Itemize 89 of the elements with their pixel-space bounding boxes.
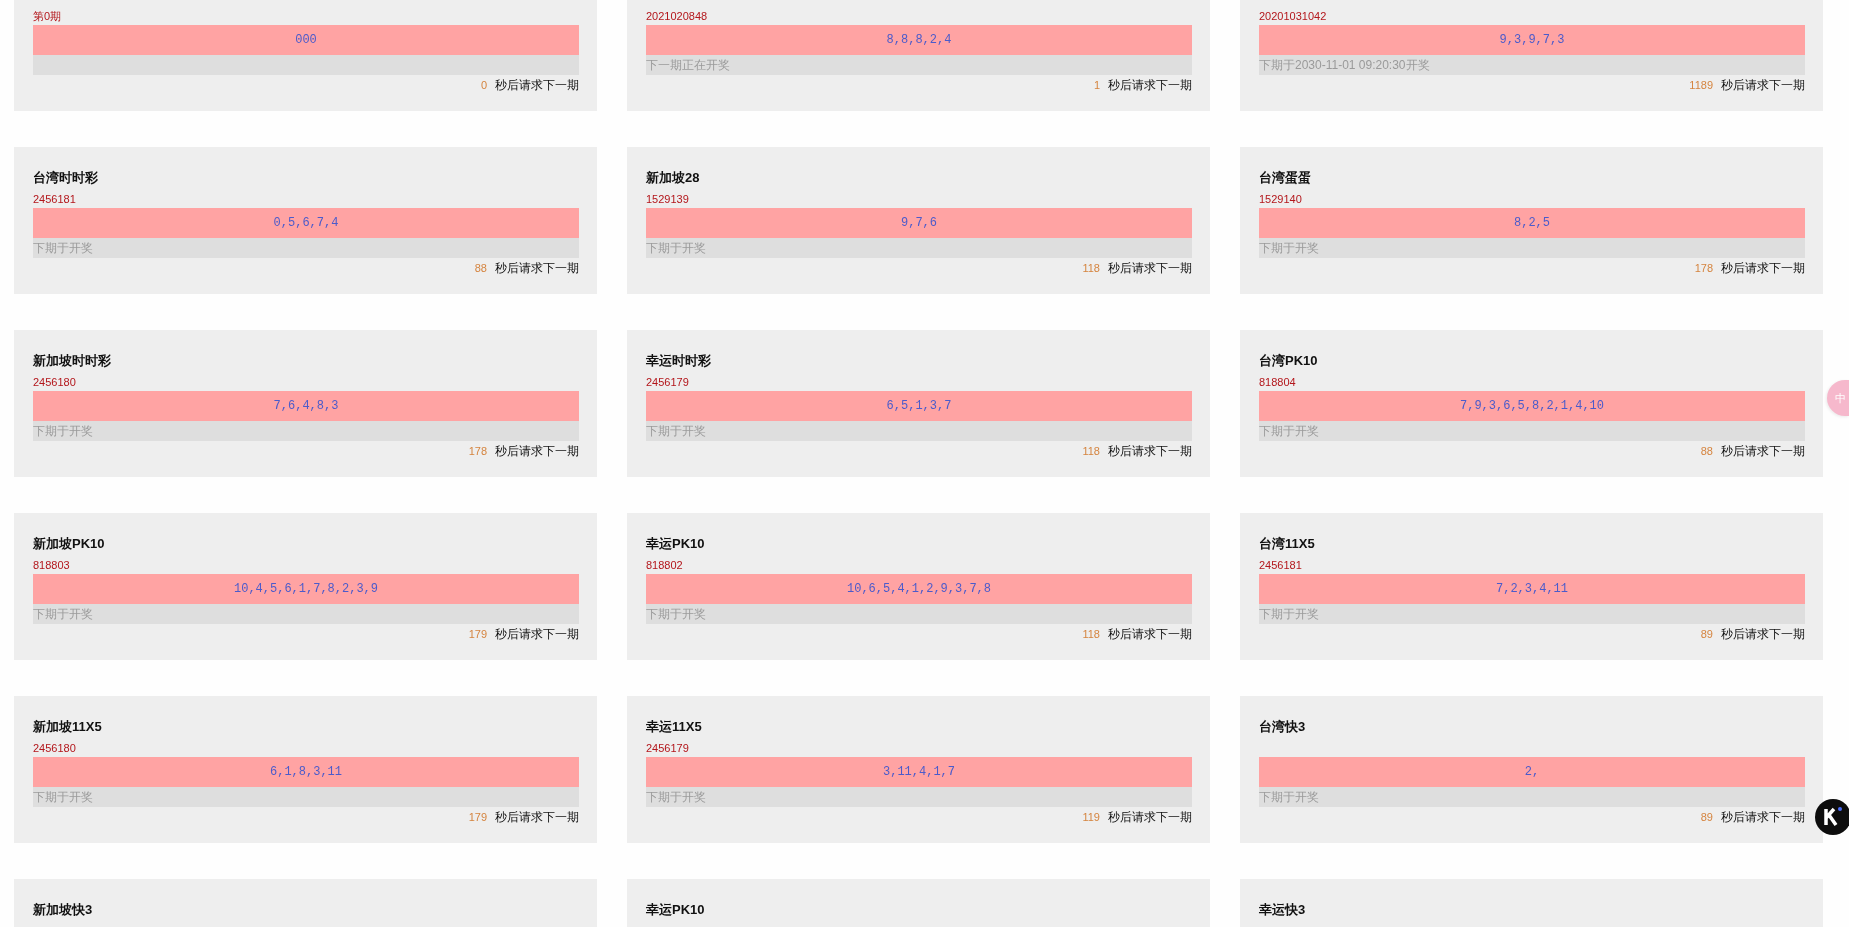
countdown-seconds: 89 <box>1700 627 1713 641</box>
game-title: 幸运PK10 <box>646 535 705 553</box>
game-title: 新加坡快3 <box>33 901 93 919</box>
game-title: 幸运快3 <box>1259 901 1306 919</box>
issue-number: 2456181 <box>1259 558 1302 572</box>
countdown-seconds: 178 <box>1694 261 1713 275</box>
result-numbers: 9,7,6 <box>646 208 1192 238</box>
issue-number: 2456180 <box>33 741 76 755</box>
countdown-label: 秒后请求下一期 <box>1721 77 1805 93</box>
result-numbers: 2, <box>1259 757 1805 787</box>
result-numbers: 8,8,8,2,4 <box>646 25 1192 55</box>
next-draw-strip: 下期于开奖 <box>646 421 1192 441</box>
countdown-seconds: 88 <box>1700 444 1713 458</box>
game-title: 新加坡11X5 <box>33 718 102 736</box>
next-draw-strip: 下期于开奖 <box>33 238 579 258</box>
issue-number: 1529139 <box>646 192 689 206</box>
issue-number: 1529140 <box>1259 192 1302 206</box>
result-numbers: 6,1,8,3,11 <box>33 757 579 787</box>
next-draw-strip: 下期于开奖 <box>1259 421 1805 441</box>
countdown-label: 秒后请求下一期 <box>1721 809 1805 825</box>
issue-number: 2456179 <box>646 741 689 755</box>
game-title: 台湾11X5 <box>1259 535 1315 553</box>
countdown-label: 秒后请求下一期 <box>495 77 579 93</box>
countdown-label: 秒后请求下一期 <box>1721 260 1805 276</box>
countdown-seconds: 1 <box>1093 78 1100 92</box>
countdown-seconds: 118 <box>1082 261 1100 275</box>
countdown-label: 秒后请求下一期 <box>1108 809 1192 825</box>
next-draw-strip: 下期于开奖 <box>33 604 579 624</box>
countdown-label: 秒后请求下一期 <box>495 260 579 276</box>
game-title: 新加坡PK10 <box>33 535 105 553</box>
next-draw-strip: 下期于2030-11-01 09:20:30开奖 <box>1259 55 1805 75</box>
result-numbers: 3,11,4,1,7 <box>646 757 1192 787</box>
result-numbers: 7,9,3,6,5,8,2,1,4,10 <box>1259 391 1805 421</box>
next-draw-strip: 下期于开奖 <box>1259 604 1805 624</box>
next-draw-strip: 下期于开奖 <box>1259 238 1805 258</box>
countdown-seconds: 118 <box>1082 627 1100 641</box>
countdown-label: 秒后请求下一期 <box>1721 626 1805 642</box>
issue-number: 818802 <box>646 558 683 572</box>
result-numbers: 10,4,5,6,1,7,8,2,3,9 <box>33 574 579 604</box>
result-numbers: 10,6,5,4,1,2,9,3,7,8 <box>646 574 1192 604</box>
countdown-label: 秒后请求下一期 <box>1108 260 1192 276</box>
next-draw-strip: 下期于开奖 <box>646 787 1192 807</box>
countdown-label: 秒后请求下一期 <box>495 626 579 642</box>
countdown-label: 秒后请求下一期 <box>495 443 579 459</box>
game-title: 台湾时时彩 <box>33 169 98 187</box>
issue-number: 2456180 <box>33 375 76 389</box>
game-title: 幸运11X5 <box>646 718 702 736</box>
language-button[interactable]: 中 <box>1827 380 1849 416</box>
issue-number: 20201031042 <box>1259 9 1327 23</box>
next-draw-strip: 下期于开奖 <box>33 787 579 807</box>
countdown-seconds: 119 <box>1082 810 1100 824</box>
countdown-seconds: 89 <box>1700 810 1713 824</box>
next-draw-strip: 下期于开奖 <box>33 421 579 441</box>
logo-icon <box>1814 798 1849 836</box>
game-title: 幸运PK10 <box>646 901 705 919</box>
game-title: 台湾蛋蛋 <box>1259 169 1311 187</box>
countdown-label: 秒后请求下一期 <box>495 809 579 825</box>
issue-number: 818804 <box>1259 375 1296 389</box>
game-title: 台湾PK10 <box>1259 352 1318 370</box>
countdown-seconds: 178 <box>468 444 487 458</box>
issue-number: 第0期 <box>33 9 62 23</box>
issue-number: 2456181 <box>33 192 76 206</box>
countdown-seconds: 179 <box>468 810 487 824</box>
countdown-label: 秒后请求下一期 <box>1108 626 1192 642</box>
result-numbers: 000 <box>33 25 579 55</box>
game-title: 幸运时时彩 <box>646 352 711 370</box>
issue-number: 2021020848 <box>646 9 708 23</box>
result-numbers: 7,2,3,4,11 <box>1259 574 1805 604</box>
next-draw-strip: 下期于开奖 <box>1259 787 1805 807</box>
countdown-seconds: 118 <box>1082 444 1100 458</box>
countdown-label: 秒后请求下一期 <box>1108 77 1192 93</box>
result-numbers: 0,5,6,7,4 <box>33 208 579 238</box>
next-draw-strip: 下期于开奖 <box>646 238 1192 258</box>
next-draw-strip: 下期于开奖 <box>646 604 1192 624</box>
game-title: 新加坡时时彩 <box>33 352 111 370</box>
game-title: 新加坡28 <box>646 169 700 187</box>
result-numbers: 6,5,1,3,7 <box>646 391 1192 421</box>
countdown-seconds: 88 <box>474 261 487 275</box>
issue-number: 818803 <box>33 558 70 572</box>
countdown-seconds: 179 <box>468 627 487 641</box>
countdown-label: 秒后请求下一期 <box>1108 443 1192 459</box>
result-numbers: 7,6,4,8,3 <box>33 391 579 421</box>
result-numbers: 9,3,9,7,3 <box>1259 25 1805 55</box>
game-title: 台湾快3 <box>1259 718 1306 736</box>
countdown-label: 秒后请求下一期 <box>1721 443 1805 459</box>
countdown-seconds: 0 <box>480 78 487 92</box>
result-numbers: 8,2,5 <box>1259 208 1805 238</box>
countdown-seconds: 1189 <box>1689 78 1713 92</box>
issue-number: 2456179 <box>646 375 689 389</box>
